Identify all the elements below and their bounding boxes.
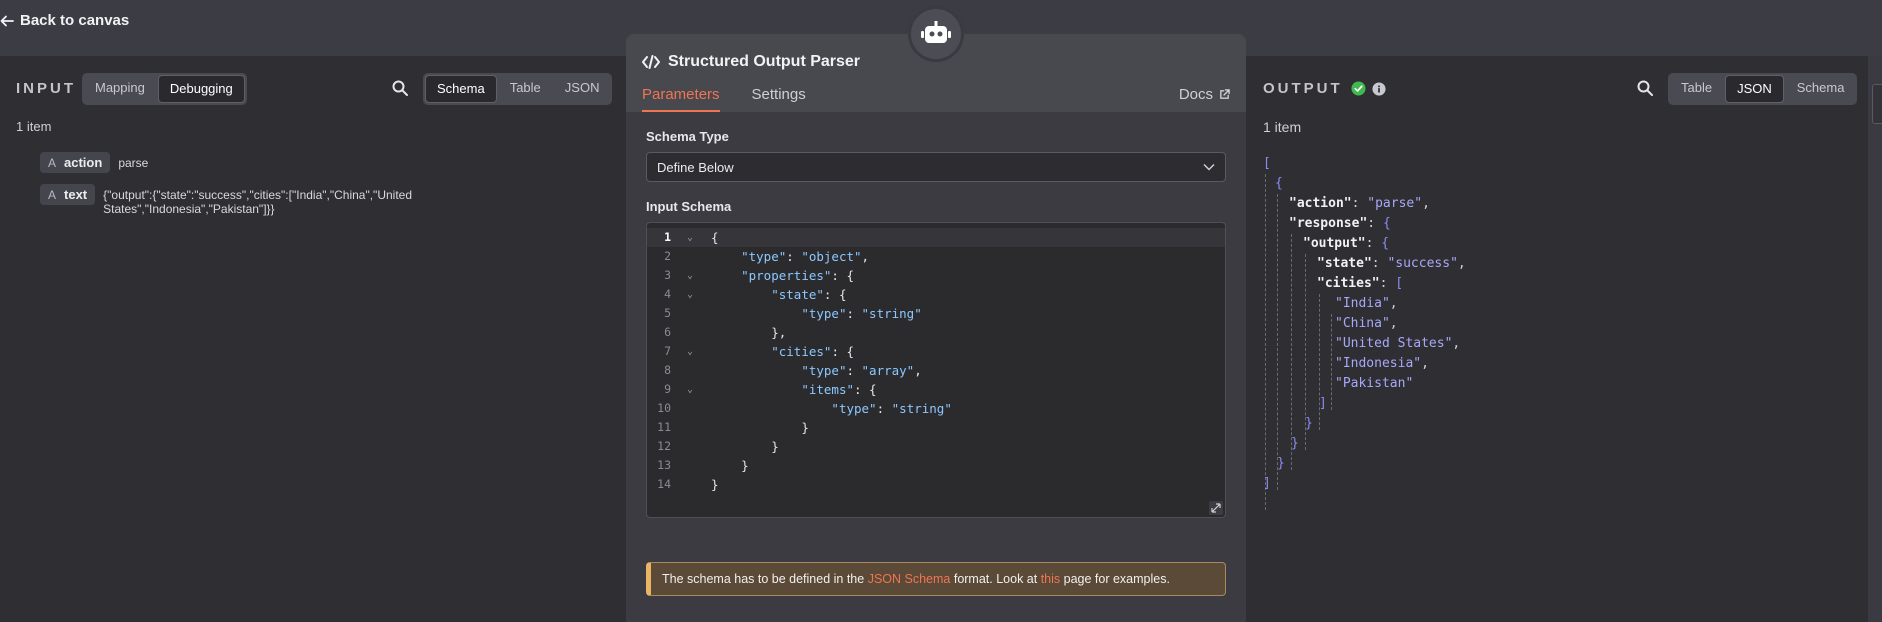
tab-settings[interactable]: Settings xyxy=(752,86,806,112)
back-label: Back to canvas xyxy=(20,12,130,29)
json-line: } xyxy=(1277,456,1285,471)
json-line: "India", xyxy=(1335,296,1398,311)
field-tag[interactable]: A action xyxy=(40,152,111,173)
fold-chevron-icon[interactable]: ⌄ xyxy=(687,380,693,399)
code-line: 14} xyxy=(657,477,719,492)
schema-field-text: A text {"output":{"state":"success","cit… xyxy=(40,184,412,216)
code-line: 1 ⌄{ xyxy=(647,228,1225,247)
schema-type-select[interactable]: Define Below xyxy=(646,152,1226,182)
tab-json[interactable]: JSON xyxy=(554,75,611,103)
json-line: ] xyxy=(1263,476,1271,491)
field-tag[interactable]: A text xyxy=(40,184,96,205)
json-line: "response": { xyxy=(1289,216,1391,231)
arrow-left-icon xyxy=(0,15,14,26)
back-to-canvas-link[interactable]: Back to canvas xyxy=(0,12,129,29)
json-line: "China", xyxy=(1335,316,1398,331)
json-schema-link[interactable]: JSON Schema xyxy=(868,572,951,586)
indent-guide xyxy=(1331,314,1332,410)
code-line: 13 } xyxy=(657,458,749,473)
json-line: "Pakistan" xyxy=(1335,376,1414,391)
output-item-count: 1 item xyxy=(1263,119,1302,135)
json-line: "state": "success", xyxy=(1317,256,1466,271)
code-line: 9 ⌄ "items": { xyxy=(664,380,877,399)
code-line: 6 }, xyxy=(664,325,787,340)
expand-editor-icon[interactable] xyxy=(1209,501,1223,515)
indent-guide xyxy=(1277,194,1278,490)
modal-title-text: Structured Output Parser xyxy=(668,53,861,70)
schema-type-value: Define Below xyxy=(657,159,734,175)
input-view-switch: Schema Table JSON xyxy=(423,73,613,105)
code-line: 5 "type": "string" xyxy=(664,306,922,321)
tab-schema[interactable]: Schema xyxy=(425,75,497,103)
examples-link[interactable]: this xyxy=(1041,572,1060,586)
string-type-icon: A xyxy=(48,155,57,170)
json-line: [ xyxy=(1263,156,1271,171)
right-edge-panel xyxy=(1868,56,1882,622)
json-line: } xyxy=(1305,416,1313,431)
schema-notice: The schema has to be defined in the JSON… xyxy=(646,562,1226,596)
field-key: text xyxy=(64,187,88,202)
modal-tabs: Parameters Settings xyxy=(642,86,806,112)
fold-chevron-icon[interactable]: ⌄ xyxy=(687,228,693,247)
tab-parameters[interactable]: Parameters xyxy=(642,86,720,112)
fold-chevron-icon[interactable]: ⌄ xyxy=(687,342,693,361)
chevron-down-icon xyxy=(1203,163,1215,171)
search-icon[interactable] xyxy=(1636,79,1654,97)
json-line: "output": { xyxy=(1303,236,1390,251)
modal-title: Structured Output Parser xyxy=(642,53,860,71)
code-line: 10 "type": "string" xyxy=(657,401,952,416)
json-line: "cities": [ xyxy=(1317,276,1404,291)
string-type-icon: A xyxy=(48,187,57,202)
output-header: OUTPUT xyxy=(1263,80,1386,97)
node-settings-modal: Structured Output Parser Parameters Sett… xyxy=(626,34,1246,622)
schema-field-action: A action parse xyxy=(40,152,148,173)
json-line: ] xyxy=(1319,396,1327,411)
code-line: 7 ⌄ "cities": { xyxy=(664,342,855,361)
json-line: } xyxy=(1291,436,1299,451)
fold-chevron-icon[interactable]: ⌄ xyxy=(687,285,693,304)
docs-link[interactable]: Docs xyxy=(1179,86,1230,103)
tab-schema[interactable]: Schema xyxy=(1786,75,1856,103)
schema-type-label: Schema Type xyxy=(646,129,729,144)
code-line: 12 } xyxy=(657,439,779,454)
fold-chevron-icon[interactable]: ⌄ xyxy=(687,266,693,285)
field-value: parse xyxy=(118,156,149,170)
input-panel xyxy=(0,56,626,622)
indent-guide xyxy=(1265,174,1266,510)
tab-mapping[interactable]: Mapping xyxy=(84,75,156,103)
code-line: 8 "type": "array", xyxy=(664,363,922,378)
input-title: INPUT xyxy=(16,80,76,97)
code-icon xyxy=(642,55,660,69)
field-value-line: {"output":{"state":"success","cities":["… xyxy=(103,188,412,202)
external-link-icon xyxy=(1220,89,1230,99)
robot-node-icon xyxy=(908,6,964,62)
schema-code-editor[interactable]: 1 ⌄{ 2 "type": "object", 3 ⌄ "properties":… xyxy=(646,222,1226,518)
info-icon[interactable] xyxy=(1372,81,1386,96)
output-view-switch: Table JSON Schema xyxy=(1668,73,1858,105)
json-line: "Indonesia", xyxy=(1335,356,1429,371)
tab-table[interactable]: Table xyxy=(499,75,552,103)
input-schema-label: Input Schema xyxy=(646,199,732,214)
output-title: OUTPUT xyxy=(1263,80,1343,97)
code-line: 11 } xyxy=(657,420,809,435)
code-line: 4 ⌄ "state": { xyxy=(664,285,847,304)
success-check-icon xyxy=(1351,81,1366,96)
field-key: action xyxy=(64,155,103,170)
tab-debugging[interactable]: Debugging xyxy=(157,75,245,103)
code-line: 2 "type": "object", xyxy=(664,249,870,264)
json-line: "action": "parse", xyxy=(1289,196,1430,211)
input-item-count: 1 item xyxy=(16,119,52,134)
tab-json[interactable]: JSON xyxy=(1725,75,1784,103)
search-icon[interactable] xyxy=(391,79,409,97)
json-line: { xyxy=(1275,176,1283,191)
docs-label: Docs xyxy=(1178,86,1213,103)
input-mode-switch: Mapping Debugging xyxy=(82,73,247,105)
json-line: "United States", xyxy=(1335,336,1461,351)
field-value-line: States","Indonesia","Pakistan"]}} xyxy=(103,202,275,216)
tab-table[interactable]: Table xyxy=(1670,75,1723,103)
code-line: 3 ⌄ "properties": { xyxy=(664,266,854,285)
field-value: {"output":{"state":"success","cities":["… xyxy=(103,184,412,216)
collapse-handle[interactable] xyxy=(1872,84,1882,124)
